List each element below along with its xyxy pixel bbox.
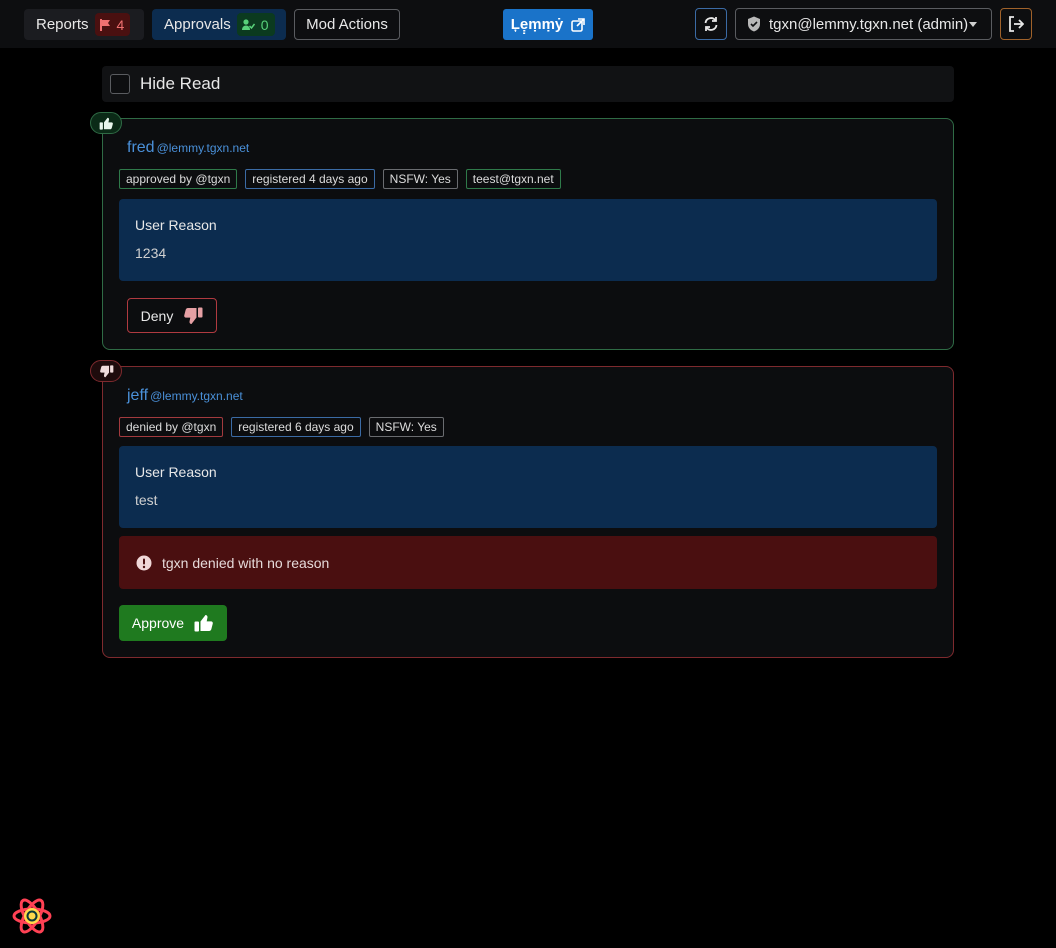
reports-count-badge: 4 <box>94 13 131 36</box>
thumbs-down-icon <box>99 364 113 377</box>
hide-read-label: Hide Read <box>140 74 221 93</box>
thumbs-up-icon <box>99 117 113 130</box>
status-badge: approved by @tgxn <box>119 169 238 189</box>
approve-button[interactable]: Approve <box>119 605 227 641</box>
mod-actions-label: Mod Actions <box>306 16 388 33</box>
approvals-button[interactable]: Approvals 0 <box>152 9 286 40</box>
nsfw-badge: NSFW: Yes <box>382 169 458 189</box>
approve-label: Approve <box>131 615 185 631</box>
reports-label: Reports <box>36 16 89 33</box>
chevron-down-icon <box>969 22 977 27</box>
username[interactable]: fred <box>127 139 155 157</box>
approved-status-indicator <box>90 112 122 134</box>
denial-alert: tgxn denied with no reason <box>119 536 937 589</box>
reason-text: test <box>135 492 158 508</box>
registered-badge: registered 6 days ago <box>231 417 361 437</box>
nsfw-badge: NSFW: Yes <box>368 417 444 437</box>
application-tags: approved by @tgxn registered 4 days ago … <box>119 169 569 189</box>
denied-status-indicator <box>90 360 122 382</box>
hide-read-filter: Hide Read <box>102 66 954 102</box>
approvals-label: Approvals <box>164 16 231 33</box>
alert-circle-icon <box>136 555 152 570</box>
user-check-icon <box>241 18 255 30</box>
applicant-name: fred @lemmy.tgxn.net <box>127 139 249 157</box>
refresh-button[interactable] <box>695 8 727 40</box>
registered-badge: registered 4 days ago <box>245 169 375 189</box>
devtools-toggle-button[interactable] <box>12 896 52 936</box>
shield-check-icon <box>748 16 760 32</box>
status-badge: denied by @tgxn <box>119 417 224 437</box>
user-menu-dropdown[interactable]: tgxn@lemmy.tgxn.net (admin) <box>735 8 992 40</box>
approvals-count: 0 <box>260 16 269 33</box>
user-label: tgxn@lemmy.tgxn.net (admin) <box>769 15 969 33</box>
applicant-name: jeff @lemmy.tgxn.net <box>127 387 243 405</box>
mod-actions-button[interactable]: Mod Actions <box>294 9 400 40</box>
email-badge: teest@tgxn.net <box>465 169 561 189</box>
hide-read-checkbox[interactable] <box>110 74 130 94</box>
lemmy-label: Ļẹ̣ṃṃẏ <box>510 16 564 33</box>
approvals-count-badge: 0 <box>236 13 275 36</box>
application-card-approved: fred @lemmy.tgxn.net approved by @tgxn r… <box>102 118 954 350</box>
user-instance: @lemmy.tgxn.net <box>150 389 243 403</box>
user-instance: @lemmy.tgxn.net <box>156 141 250 155</box>
logout-icon <box>1009 16 1024 32</box>
flag-icon <box>99 18 110 31</box>
top-nav-bar: Reports 4 Approvals 0 Mod Actions Ļẹ̣ṃṃẏ… <box>0 0 1056 48</box>
logout-button[interactable] <box>1000 8 1032 40</box>
react-query-logo-icon <box>12 898 52 934</box>
username[interactable]: jeff <box>127 387 148 405</box>
reason-text: 1234 <box>135 245 167 261</box>
deny-button[interactable]: Deny <box>127 298 217 333</box>
user-reason-panel: User Reason 1234 <box>119 199 937 281</box>
denial-alert-text: tgxn denied with no reason <box>162 554 330 571</box>
reason-title: User Reason <box>135 217 217 233</box>
reports-button[interactable]: Reports 4 <box>24 9 144 40</box>
application-card-denied: jeff @lemmy.tgxn.net denied by @tgxn reg… <box>102 366 954 658</box>
deny-label: Deny <box>140 307 174 324</box>
reports-count: 4 <box>116 16 125 33</box>
reason-title: User Reason <box>135 464 217 480</box>
lemmy-external-link-button[interactable]: Ļẹ̣ṃṃẏ <box>503 9 593 40</box>
thumbs-down-icon <box>184 307 203 324</box>
user-reason-panel: User Reason test <box>119 446 937 528</box>
thumbs-up-icon <box>194 615 213 632</box>
application-tags: denied by @tgxn registered 6 days ago NS… <box>119 417 452 437</box>
refresh-icon <box>704 17 718 31</box>
external-link-icon <box>571 17 586 32</box>
